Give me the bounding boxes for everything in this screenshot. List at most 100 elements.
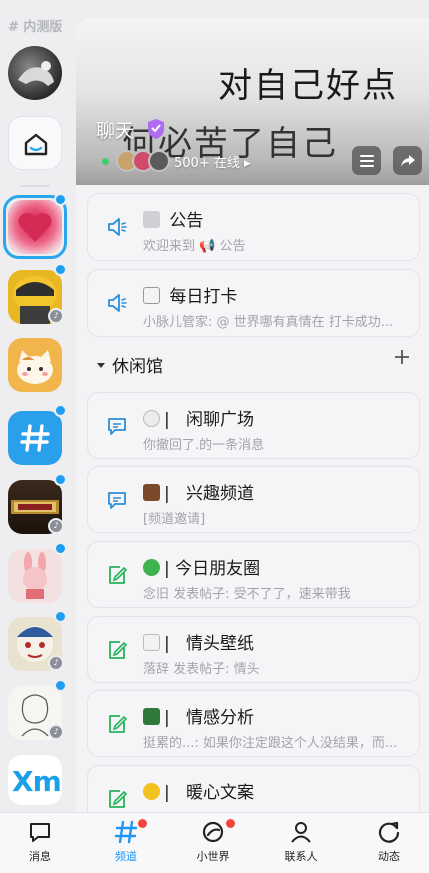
channel-name: 公告 — [169, 211, 204, 231]
home-icon — [24, 133, 48, 156]
online-count[interactable]: 500+ 在线 ▸ — [174, 152, 251, 171]
post-icon — [109, 641, 128, 659]
calendar-emoji-icon — [143, 287, 160, 304]
tab-label: 频道 — [115, 850, 137, 863]
channel-name: 情感分析 — [185, 708, 254, 728]
chat-icon — [108, 418, 126, 435]
tab-small-world[interactable]: 小世界 — [173, 817, 253, 869]
server-channel-hash[interactable] — [8, 411, 62, 465]
menu-icon — [359, 154, 374, 167]
home-button[interactable] — [8, 116, 62, 170]
user-avatar[interactable] — [8, 46, 62, 100]
voice-icon: ♪ — [48, 655, 64, 671]
channel-name: 情头壁纸 — [185, 634, 254, 654]
channel-preview: [频道邀请] — [143, 512, 206, 527]
chat-icon — [108, 492, 126, 509]
post-icon — [109, 790, 128, 808]
server-bunny[interactable] — [8, 549, 62, 603]
refresh-icon — [378, 821, 400, 843]
frame-emoji-icon — [143, 634, 160, 651]
add-channel-button[interactable] — [394, 348, 410, 370]
hash-icon — [20, 424, 50, 452]
notification-dot — [138, 819, 147, 828]
channel-card[interactable]: | 暖心文案 — [87, 765, 420, 812]
channel-card[interactable]: | 情感分析 挺累的...: 如果你注定跟这个人没结果，而... — [87, 690, 420, 757]
voice-icon: ♪ — [48, 518, 64, 534]
hash-icon — [114, 820, 138, 844]
message-icon — [30, 823, 50, 842]
channel-card[interactable]: | 情头壁纸 落辞 发表帖子: 情头 — [87, 616, 420, 683]
channel-name: 每日打卡 — [169, 287, 238, 307]
megaphone-icon — [108, 218, 127, 236]
speech-bubble-emoji-icon — [143, 410, 160, 427]
bunny-icon — [23, 552, 47, 599]
server-cat[interactable] — [8, 338, 62, 392]
tab-label: 消息 — [29, 850, 51, 863]
unread-dot — [54, 193, 67, 206]
channel-name: 闲聊广场 — [185, 410, 254, 430]
server-banner: 对自己好点 何必苦了自己 聊天 500+ 在线 ▸ — [76, 18, 429, 185]
share-icon — [400, 154, 415, 167]
channel-card[interactable]: | 兴趣频道 [频道邀请] — [87, 466, 420, 533]
channel-preview: 你撤回了.的一条消息 — [143, 438, 265, 453]
plus-icon — [395, 350, 409, 364]
clover-emoji-icon — [143, 559, 160, 576]
channel-preview: 小脉儿管家: @ 世界哪有真情在 打卡成功... — [143, 315, 394, 330]
member-avatar — [148, 150, 170, 172]
post-icon — [109, 566, 128, 584]
channel-preview: 落辞 发表帖子: 情头 — [143, 662, 260, 677]
voice-icon: ♪ — [48, 724, 64, 740]
online-status-dot — [102, 158, 109, 165]
online-member-avatars[interactable] — [116, 150, 176, 172]
unread-dot — [54, 542, 67, 555]
channel-panel: 对自己好点 何必苦了自己 聊天 500+ 在线 ▸ 公告 欢迎来到 📢 公告 每… — [76, 18, 429, 812]
banner-headline-1: 对自己好点 — [218, 66, 398, 106]
server-title[interactable]: 聊天 — [96, 116, 134, 143]
section-title: 休闲馆 — [112, 357, 163, 377]
voice-icon: ♪ — [48, 308, 64, 324]
channel-card[interactable]: | 闲聊广场 你撤回了.的一条消息 — [87, 392, 420, 459]
bottom-nav: 消息 频道 小世界 联系人 动态 — [0, 812, 429, 873]
server-rail: # 内测版 ♪ ♪ ♪ ♪ Xm — [0, 0, 72, 812]
xm-logo-text: Xm — [12, 765, 62, 798]
tab-messages[interactable]: 消息 — [0, 817, 80, 869]
unread-dot — [54, 610, 67, 623]
channel-card-checkin[interactable]: 每日打卡 小脉儿管家: @ 世界哪有真情在 打卡成功... — [87, 269, 420, 337]
channel-card[interactable]: | 今日朋友圈 念旧 发表帖子: 受不了了，速来带我 — [87, 541, 420, 608]
tree-emoji-icon — [143, 708, 160, 725]
channel-card-announcement[interactable]: 公告 欢迎来到 📢 公告 — [87, 193, 420, 261]
beta-label: # 内测版 — [8, 20, 63, 35]
tab-label: 小世界 — [196, 850, 230, 863]
loudspeaker-emoji-icon — [143, 211, 160, 228]
channel-name: 兴趣频道 — [185, 484, 254, 504]
channel-preview: 念旧 发表帖子: 受不了了，速来带我 — [143, 587, 351, 602]
notification-dot — [226, 819, 235, 828]
caret-down-icon — [97, 363, 105, 368]
verified-shield-icon — [148, 119, 164, 139]
menu-button[interactable] — [352, 146, 381, 175]
unread-dot — [54, 679, 67, 692]
unread-dot — [54, 404, 67, 417]
cat-icon — [17, 350, 53, 384]
tab-label: 动态 — [378, 850, 400, 863]
tab-contacts[interactable]: 联系人 — [261, 817, 341, 869]
server-heart[interactable] — [8, 200, 62, 254]
share-button[interactable] — [393, 146, 422, 175]
channel-name: 今日朋友圈 — [175, 559, 261, 579]
rail-divider — [20, 185, 50, 187]
planet-icon — [202, 821, 224, 843]
heart-icon — [18, 213, 52, 242]
megaphone-icon — [108, 294, 127, 312]
tab-moments[interactable]: 动态 — [349, 817, 429, 869]
person-icon — [291, 822, 311, 843]
unread-dot — [54, 473, 67, 486]
sunflower-emoji-icon — [143, 783, 160, 800]
tab-label: 联系人 — [284, 850, 318, 863]
server-xm[interactable]: Xm — [8, 755, 62, 805]
door-emoji-icon — [143, 484, 160, 501]
tab-channels[interactable]: 频道 — [86, 817, 166, 869]
channel-preview: 挺累的...: 如果你注定跟这个人没结果，而... — [143, 736, 398, 751]
unread-dot — [54, 263, 67, 276]
section-header[interactable]: 休闲馆 — [96, 352, 163, 377]
post-icon — [109, 715, 128, 733]
